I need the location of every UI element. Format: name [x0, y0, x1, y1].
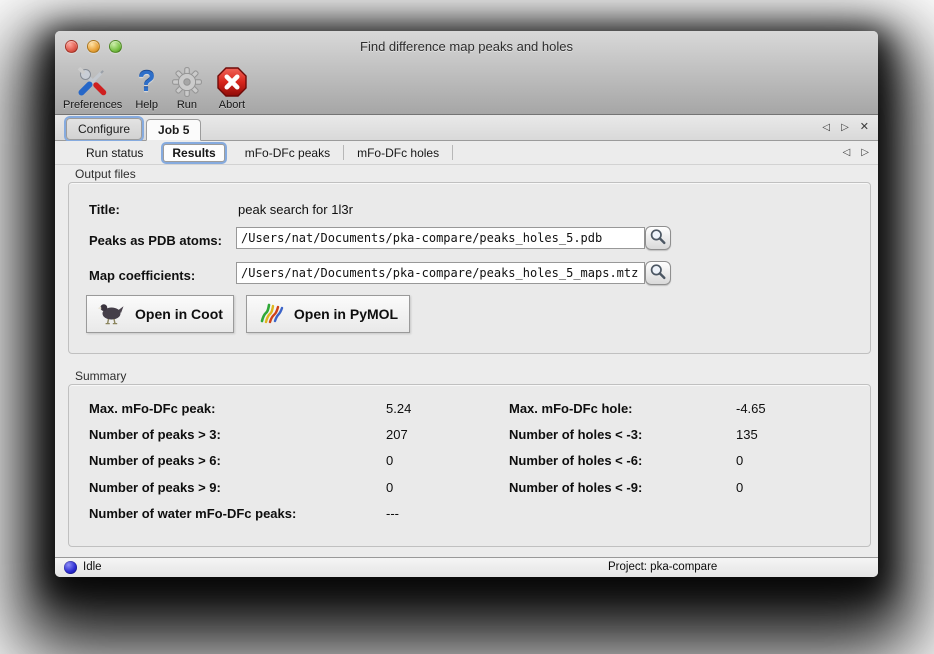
- tab-next-icon[interactable]: ▷: [841, 123, 849, 133]
- subtab-separator: [343, 145, 344, 160]
- summary-label: Number of holes < -6:: [509, 453, 642, 468]
- sub-tab-bar: Run status Results mFo-DFc peaks mFo-DFc…: [55, 141, 878, 165]
- main-tab-nav: ◁ ▷ ✕: [822, 115, 869, 140]
- abort-button[interactable]: Abort: [216, 64, 248, 111]
- tab-configure[interactable]: Configure: [66, 118, 142, 140]
- map-coefficients-label: Map coefficients:: [89, 268, 195, 283]
- status-bar: Idle Project: pka-compare: [55, 557, 878, 577]
- subtab-separator: [452, 145, 453, 160]
- project-label: Project: pka-compare: [608, 561, 717, 573]
- run-label: Run: [177, 99, 197, 111]
- pdb-atoms-label: Peaks as PDB atoms:: [89, 233, 222, 248]
- summary-label: Number of peaks > 3:: [89, 427, 221, 442]
- subtab-run-status[interactable]: Run status: [75, 146, 154, 160]
- summary-value: 207: [386, 427, 408, 442]
- magnifier-icon: [649, 263, 667, 284]
- summary-value: 135: [736, 427, 758, 442]
- summary-value: ---: [386, 506, 399, 521]
- sub-tab-nav: ◁ ▷: [843, 141, 869, 164]
- subtab-next-icon[interactable]: ▷: [861, 148, 869, 158]
- status-text: Idle: [83, 561, 102, 573]
- traffic-lights: [65, 40, 122, 53]
- pdb-path-field[interactable]: [236, 227, 645, 249]
- summary-label: Max. mFo-DFc hole:: [509, 401, 633, 416]
- tab-job-5[interactable]: Job 5: [146, 119, 201, 141]
- summary-label: Number of holes < -9:: [509, 480, 642, 495]
- subtab-prev-icon[interactable]: ◁: [843, 148, 851, 158]
- window-title: Find difference map peaks and holes: [55, 31, 878, 54]
- help-label: Help: [135, 99, 158, 111]
- preferences-button[interactable]: Preferences: [63, 64, 122, 111]
- title-label: Title:: [89, 202, 120, 217]
- minimize-window-button[interactable]: [87, 40, 100, 53]
- summary-row: Number of peaks > 9: 0 Number of holes <…: [69, 480, 870, 497]
- window-chrome: Find difference map peaks and holes: [55, 31, 878, 115]
- subtab-mfo-dfc-peaks[interactable]: mFo-DFc peaks: [234, 146, 341, 160]
- tools-icon: [76, 64, 109, 99]
- map-view-button[interactable]: [645, 261, 671, 285]
- toolbar: Preferences ? Help: [55, 59, 878, 114]
- run-button[interactable]: Run: [171, 64, 203, 111]
- tab-close-icon[interactable]: ✕: [860, 122, 869, 133]
- pdb-view-button[interactable]: [645, 226, 671, 250]
- screenshot-canvas: Find difference map peaks and holes: [0, 0, 934, 654]
- summary-value: 5.24: [386, 401, 411, 416]
- open-in-pymol-label: Open in PyMOL: [294, 306, 398, 322]
- summary-value: 0: [736, 453, 743, 468]
- title-value: peak search for 1l3r: [238, 202, 353, 217]
- open-in-pymol-button[interactable]: Open in PyMOL: [246, 295, 410, 333]
- summary-value: 0: [736, 480, 743, 495]
- open-in-coot-button[interactable]: Open in Coot: [86, 295, 234, 333]
- results-panel: Output files Title: peak search for 1l3r…: [55, 165, 878, 557]
- zoom-window-button[interactable]: [109, 40, 122, 53]
- main-tab-bar: Configure Job 5 ◁ ▷ ✕: [55, 115, 878, 141]
- stop-icon: [216, 64, 248, 99]
- summary-row: Number of water mFo-DFc peaks: ---: [69, 506, 870, 523]
- summary-row: Number of peaks > 6: 0 Number of holes <…: [69, 453, 870, 470]
- summary-group-label: Summary: [75, 369, 126, 383]
- subtab-results[interactable]: Results: [163, 144, 224, 162]
- summary-row: Number of peaks > 3: 207 Number of holes…: [69, 427, 870, 444]
- help-button[interactable]: ? Help: [135, 64, 158, 111]
- titlebar[interactable]: Find difference map peaks and holes: [55, 31, 878, 59]
- summary-label: Max. mFo-DFc peak:: [89, 401, 215, 416]
- summary-value: 0: [386, 453, 393, 468]
- app-window: Find difference map peaks and holes: [55, 31, 878, 577]
- tab-prev-icon[interactable]: ◁: [822, 123, 830, 133]
- abort-label: Abort: [219, 99, 245, 111]
- magnifier-icon: [649, 228, 667, 249]
- question-mark-icon: ?: [138, 64, 156, 99]
- summary-label: Number of peaks > 6:: [89, 453, 221, 468]
- coot-bird-icon: [97, 300, 127, 329]
- close-window-button[interactable]: [65, 40, 78, 53]
- subtab-mfo-dfc-holes[interactable]: mFo-DFc holes: [346, 146, 450, 160]
- summary-label: Number of peaks > 9:: [89, 480, 221, 495]
- gear-icon: [171, 64, 203, 99]
- summary-value: -4.65: [736, 401, 766, 416]
- summary-label: Number of holes < -3:: [509, 427, 642, 442]
- open-in-coot-label: Open in Coot: [135, 306, 223, 322]
- summary-label: Number of water mFo-DFc peaks:: [89, 506, 296, 521]
- preferences-label: Preferences: [63, 99, 122, 111]
- output-files-group: Title: peak search for 1l3r Peaks as PDB…: [68, 182, 871, 354]
- output-files-group-label: Output files: [75, 167, 136, 181]
- summary-value: 0: [386, 480, 393, 495]
- status-indicator-icon: [64, 561, 77, 574]
- summary-group: Max. mFo-DFc peak: 5.24 Max. mFo-DFc hol…: [68, 384, 871, 547]
- map-path-field[interactable]: [236, 262, 645, 284]
- pymol-ribbon-icon: [258, 300, 286, 329]
- summary-row: Max. mFo-DFc peak: 5.24 Max. mFo-DFc hol…: [69, 401, 870, 418]
